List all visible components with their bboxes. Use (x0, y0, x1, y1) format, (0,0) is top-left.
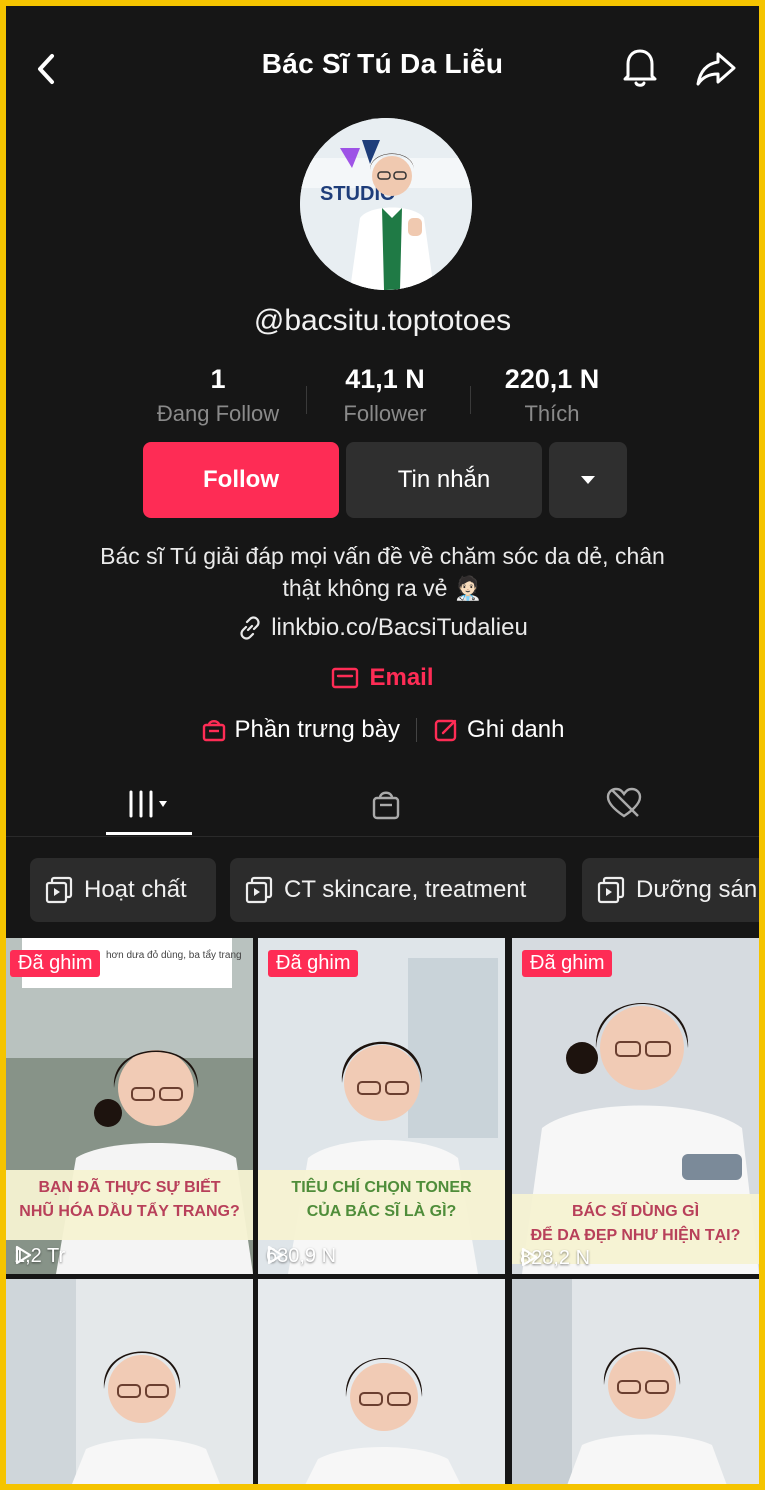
caption-line-1: BÁC SĨ DÙNG GÌ (571, 1203, 700, 1220)
caption-line-1: BẠN ĐÃ THỰC SỰ BIẾT (38, 1179, 221, 1196)
video-thumbnail[interactable] (258, 1279, 505, 1484)
stat-label: Follower (343, 401, 427, 426)
caption-line-2: NHŨ HÓA DẦU TẨY TRANG? (19, 1203, 240, 1220)
stat-likes[interactable]: 220,1 N Thích (470, 364, 634, 427)
signup-label: Ghi danh (467, 716, 565, 743)
play-icon (521, 1247, 538, 1267)
playlist-label: CT skincare, treatment (284, 876, 527, 903)
play-icon (267, 1245, 284, 1265)
playlist-chips: Hoạt chất CT skincare, treatment Dưỡng s… (6, 858, 759, 922)
playlist-chip[interactable]: CT skincare, treatment (230, 858, 566, 922)
stat-value: 220,1 N (504, 364, 600, 394)
stat-followers[interactable]: 41,1 N Follower (303, 364, 467, 427)
playlist-chip[interactable]: Hoạt chất (30, 858, 216, 922)
showcase-link[interactable]: Phần trưng bày (201, 716, 401, 744)
edit-icon (434, 719, 457, 742)
message-button[interactable]: Tin nhắn (346, 442, 542, 518)
avatar[interactable]: STUDIO (300, 118, 472, 290)
profile-handle: @bacsitu.toptotoes (253, 304, 512, 337)
signup-link[interactable]: Ghi danh (433, 716, 564, 744)
stat-value: 41,1 N (345, 364, 425, 394)
extras-divider (416, 718, 418, 742)
stat-label: Thích (524, 401, 580, 426)
comment-snippet: hơn dưa đỏ dùng, ba tẩy trang (106, 950, 242, 961)
video-caption: TIÊU CHÍ CHỌN TONER CỦA BÁC SĨ LÀ GÌ? (258, 1170, 505, 1240)
more-options-button[interactable] (549, 442, 627, 518)
tab-videos[interactable] (106, 772, 192, 836)
showcase-label: Phần trưng bày (234, 716, 401, 743)
playlist-icon (597, 876, 625, 904)
playlist-icon (245, 876, 273, 904)
video-thumbnail[interactable]: hơn dưa đỏ dùng, ba tẩy trang Đã ghim BẠ… (6, 938, 253, 1274)
video-thumbnail[interactable] (512, 1279, 759, 1484)
video-thumbnail[interactable]: Đã ghim BÁC SĨ DÙNG GÌ ĐỂ DA ĐẸP NHƯ HIỆ… (512, 938, 759, 1274)
pinned-badge: Đã ghim (10, 950, 101, 977)
pinned-badge: Đã ghim (522, 950, 613, 977)
email-label: Email (369, 664, 434, 691)
view-count: 630,9 N (266, 1245, 336, 1268)
tab-shop[interactable] (346, 772, 426, 836)
view-count: 828,2 N (520, 1247, 590, 1270)
bio-line-1: Bác sĩ Tú giải đáp mọi vấn đề về chăm só… (100, 543, 665, 569)
content-tabs (6, 772, 759, 837)
profile-stats: 1 Đang Follow 41,1 N Follower 220,1 N Th… (136, 364, 636, 434)
tab-liked[interactable] (584, 772, 664, 836)
profile-extras: Phần trưng bày Ghi danh (6, 716, 759, 744)
email-button[interactable]: Email (6, 664, 759, 692)
playlist-icon (45, 876, 73, 904)
caption-line-2: ĐỂ DA ĐẸP NHƯ HIỆN TẠI? (530, 1227, 741, 1244)
video-caption: BẠN ĐÃ THỰC SỰ BIẾT NHŨ HÓA DẦU TẨY TRAN… (6, 1170, 253, 1240)
playlist-label: Hoạt chất (84, 876, 187, 903)
caption-line-1: TIÊU CHÍ CHỌN TONER (291, 1179, 472, 1196)
follow-button[interactable]: Follow (143, 442, 339, 518)
liked-icon (606, 787, 642, 818)
video-frame (6, 1279, 253, 1484)
shop-icon (372, 791, 400, 820)
link-text: linkbio.co/BacsiTudalieu (271, 614, 528, 641)
link-icon (240, 616, 260, 640)
video-grid: hơn dưa đỏ dùng, ba tẩy trang Đã ghim BẠ… (6, 938, 759, 1484)
profile-bio: Bác sĩ Tú giải đáp mọi vấn đề về chăm só… (46, 540, 719, 604)
stat-label: Đang Follow (156, 401, 280, 426)
bio-line-2: thật không ra vẻ 🧑🏻‍⚕️ (282, 575, 483, 601)
bio-link[interactable]: linkbio.co/BacsiTudalieu (6, 614, 759, 642)
pinned-badge: Đã ghim (268, 950, 359, 977)
profile-screen: Bác Sĩ Tú Da Liễu STUDIO @bacsitu.toptot… (6, 6, 759, 1484)
stat-value: 1 (210, 364, 226, 394)
video-thumbnail[interactable]: Đã ghim TIÊU CHÍ CHỌN TONER CỦA BÁC SĨ L… (258, 938, 505, 1274)
top-bar: Bác Sĩ Tú Da Liễu (6, 6, 759, 116)
caption-line-2: CỦA BÁC SĨ LÀ GÌ? (306, 1203, 457, 1220)
playlist-label: Dưỡng sán (636, 876, 758, 903)
playlist-chip[interactable]: Dưỡng sán (582, 858, 759, 922)
stat-following[interactable]: 1 Đang Follow (136, 364, 300, 427)
mail-icon (332, 667, 359, 689)
video-frame (258, 1279, 505, 1484)
bell-icon[interactable] (618, 42, 662, 92)
grid-icon (129, 790, 167, 818)
play-icon (15, 1245, 32, 1265)
video-frame (512, 1279, 759, 1484)
active-tab-indicator (106, 832, 192, 835)
caret-down-icon (581, 476, 595, 484)
bag-icon (202, 720, 225, 742)
share-icon[interactable] (694, 46, 738, 90)
view-count: 1,2 Tr (14, 1245, 65, 1268)
video-thumbnail[interactable] (6, 1279, 253, 1484)
